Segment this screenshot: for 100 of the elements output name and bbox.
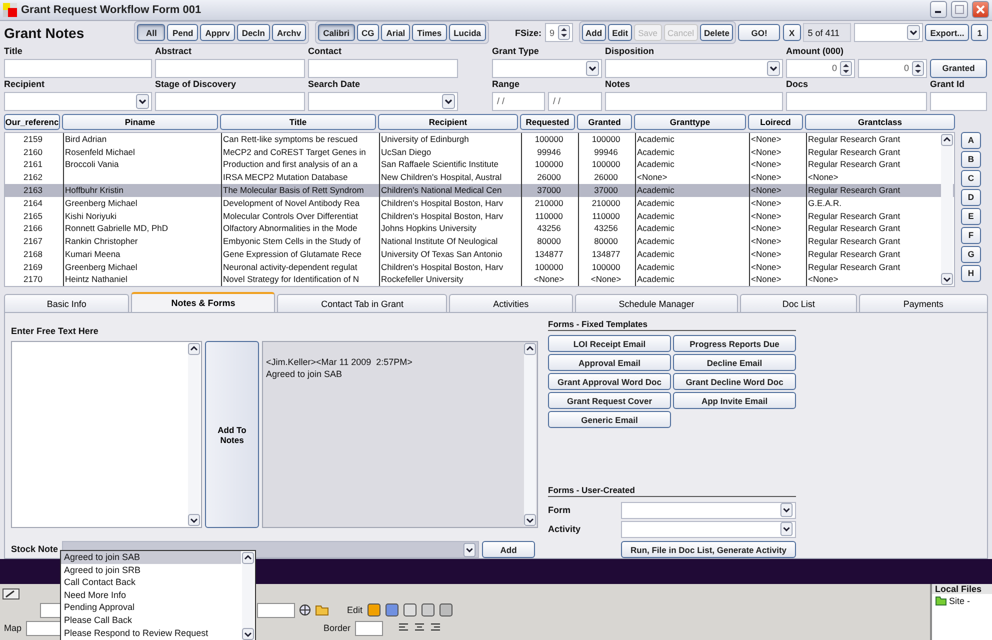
column-header[interactable]: Loirecd bbox=[748, 114, 803, 130]
font-button[interactable]: Times bbox=[412, 24, 447, 42]
letter-button[interactable]: G bbox=[961, 246, 981, 263]
font-button[interactable]: Lucida bbox=[448, 24, 486, 42]
font-button[interactable]: Arial bbox=[381, 24, 410, 42]
add-button[interactable]: Add bbox=[482, 541, 535, 558]
date-field[interactable]: / / bbox=[492, 92, 545, 111]
template-button[interactable]: Decline Email bbox=[673, 354, 796, 372]
scrollbar[interactable] bbox=[188, 343, 200, 526]
page-button[interactable]: 1 bbox=[971, 24, 988, 42]
list-option[interactable]: Agreed to join SAB bbox=[61, 551, 241, 564]
template-button[interactable]: Grant Approval Word Doc bbox=[548, 373, 671, 390]
scrollbar[interactable] bbox=[941, 134, 953, 286]
scroll-down-icon[interactable] bbox=[242, 628, 254, 640]
column-header[interactable]: Grantclass bbox=[805, 114, 955, 130]
toolbar-icon[interactable] bbox=[420, 603, 435, 618]
dropdown-field[interactable] bbox=[308, 92, 458, 111]
letter-button[interactable]: E bbox=[961, 208, 981, 225]
scroll-up-icon[interactable] bbox=[941, 134, 953, 146]
granted-button[interactable]: Granted bbox=[930, 58, 987, 78]
font-size-spinner[interactable]: 9 bbox=[544, 23, 573, 42]
text-field[interactable] bbox=[257, 602, 295, 618]
record-button[interactable]: Delete bbox=[700, 24, 734, 42]
spinner-arrows-icon[interactable] bbox=[558, 25, 570, 40]
text-field[interactable] bbox=[26, 620, 62, 636]
text-field[interactable] bbox=[308, 58, 458, 78]
template-button[interactable]: Grant Request Cover bbox=[548, 392, 671, 410]
tab[interactable]: Notes & Forms bbox=[131, 292, 276, 312]
toolbar-icon[interactable] bbox=[366, 603, 381, 618]
text-field[interactable] bbox=[155, 58, 305, 78]
letter-button[interactable]: D bbox=[961, 188, 981, 206]
font-button[interactable]: CG bbox=[356, 24, 380, 42]
column-header[interactable]: Piname bbox=[62, 114, 218, 130]
tab[interactable]: Doc List bbox=[740, 294, 857, 312]
text-field[interactable] bbox=[786, 92, 927, 111]
caret-icon[interactable] bbox=[136, 94, 149, 109]
number-spinner[interactable]: 0 bbox=[786, 58, 855, 78]
go-button[interactable]: GO! bbox=[738, 24, 780, 42]
column-header[interactable]: Our_referenc bbox=[4, 114, 60, 130]
caret-icon[interactable] bbox=[780, 503, 793, 518]
template-button[interactable]: Grant Decline Word Doc bbox=[673, 373, 796, 390]
date-field[interactable]: / / bbox=[548, 92, 602, 111]
run-button[interactable]: Run, File in Doc List, Generate Activity bbox=[621, 541, 796, 558]
filter-button[interactable]: Archv bbox=[272, 24, 306, 42]
record-button[interactable]: Edit bbox=[608, 24, 632, 42]
toolbar-icon[interactable] bbox=[438, 603, 453, 618]
export-button[interactable]: Export... bbox=[925, 24, 970, 42]
caret-icon[interactable] bbox=[767, 60, 780, 76]
column-header[interactable]: Title bbox=[220, 114, 376, 130]
scrollbar[interactable] bbox=[242, 552, 254, 640]
column-header[interactable]: Recipient bbox=[378, 114, 518, 130]
column-header[interactable]: Requested bbox=[520, 114, 575, 130]
filter-button[interactable]: Decln bbox=[236, 24, 270, 42]
scroll-up-icon[interactable] bbox=[242, 552, 254, 564]
clear-button[interactable]: X bbox=[783, 24, 801, 42]
pen-icon[interactable] bbox=[2, 588, 20, 600]
scroll-up-icon[interactable] bbox=[524, 343, 536, 356]
number-spinner[interactable]: 0 bbox=[858, 58, 927, 78]
text-field[interactable] bbox=[155, 92, 305, 111]
template-button[interactable]: LOI Receipt Email bbox=[548, 335, 671, 352]
tab[interactable]: Schedule Manager bbox=[574, 294, 738, 312]
table-row[interactable]: 2163 Hoffbuhr Kristin The Molecular Basis of Rett Syndrom Children's National Medical Cen 37000 37000 Academic <None> Regular Research Grant bbox=[5, 184, 954, 197]
text-field[interactable] bbox=[4, 58, 152, 78]
scroll-down-icon[interactable] bbox=[188, 514, 200, 526]
filter-button[interactable]: Pend bbox=[167, 24, 198, 42]
close-button[interactable] bbox=[972, 1, 989, 18]
list-option[interactable]: Pending Approval bbox=[61, 601, 241, 614]
spinner-arrows-icon[interactable] bbox=[840, 60, 852, 76]
text-field[interactable] bbox=[605, 92, 783, 111]
text-field[interactable] bbox=[930, 92, 987, 111]
minimize-button[interactable] bbox=[930, 1, 947, 18]
dropdown-field[interactable] bbox=[621, 520, 796, 538]
template-button[interactable]: App Invite Email bbox=[673, 392, 796, 410]
scrollbar[interactable] bbox=[524, 343, 536, 526]
tree-item[interactable]: Site - bbox=[949, 596, 970, 606]
record-button[interactable]: Add bbox=[582, 24, 606, 42]
scroll-up-icon[interactable] bbox=[188, 343, 200, 356]
template-button[interactable]: Generic Email bbox=[548, 411, 671, 428]
filter-button[interactable]: All bbox=[137, 24, 166, 42]
tab[interactable]: Payments bbox=[858, 294, 988, 312]
dropdown-field[interactable] bbox=[492, 58, 602, 78]
globe-icon[interactable] bbox=[299, 604, 311, 616]
scroll-down-icon[interactable] bbox=[941, 273, 953, 286]
spinner-arrows-icon[interactable] bbox=[912, 60, 924, 76]
column-header[interactable]: Granted bbox=[577, 114, 632, 130]
tab[interactable]: Contact Tab in Grant bbox=[277, 294, 448, 312]
caret-icon[interactable] bbox=[907, 25, 920, 40]
letter-button[interactable]: A bbox=[961, 132, 981, 149]
dropdown-field[interactable] bbox=[4, 92, 152, 111]
list-option[interactable]: Agreed to join SRB bbox=[61, 564, 241, 576]
caret-icon[interactable] bbox=[586, 60, 599, 76]
font-button[interactable]: Calibri bbox=[318, 24, 355, 42]
dropdown-field[interactable] bbox=[605, 58, 783, 78]
tab[interactable]: Activities bbox=[449, 294, 573, 312]
list-option[interactable]: Call Contact Back bbox=[61, 576, 241, 589]
list-option[interactable]: Please Respond to Review Request bbox=[61, 626, 241, 640]
toolbar-icon[interactable] bbox=[402, 603, 417, 618]
letter-button[interactable]: H bbox=[961, 264, 981, 282]
caret-icon[interactable] bbox=[442, 94, 455, 109]
add-to-notes-button[interactable]: Add To Notes bbox=[205, 341, 259, 528]
